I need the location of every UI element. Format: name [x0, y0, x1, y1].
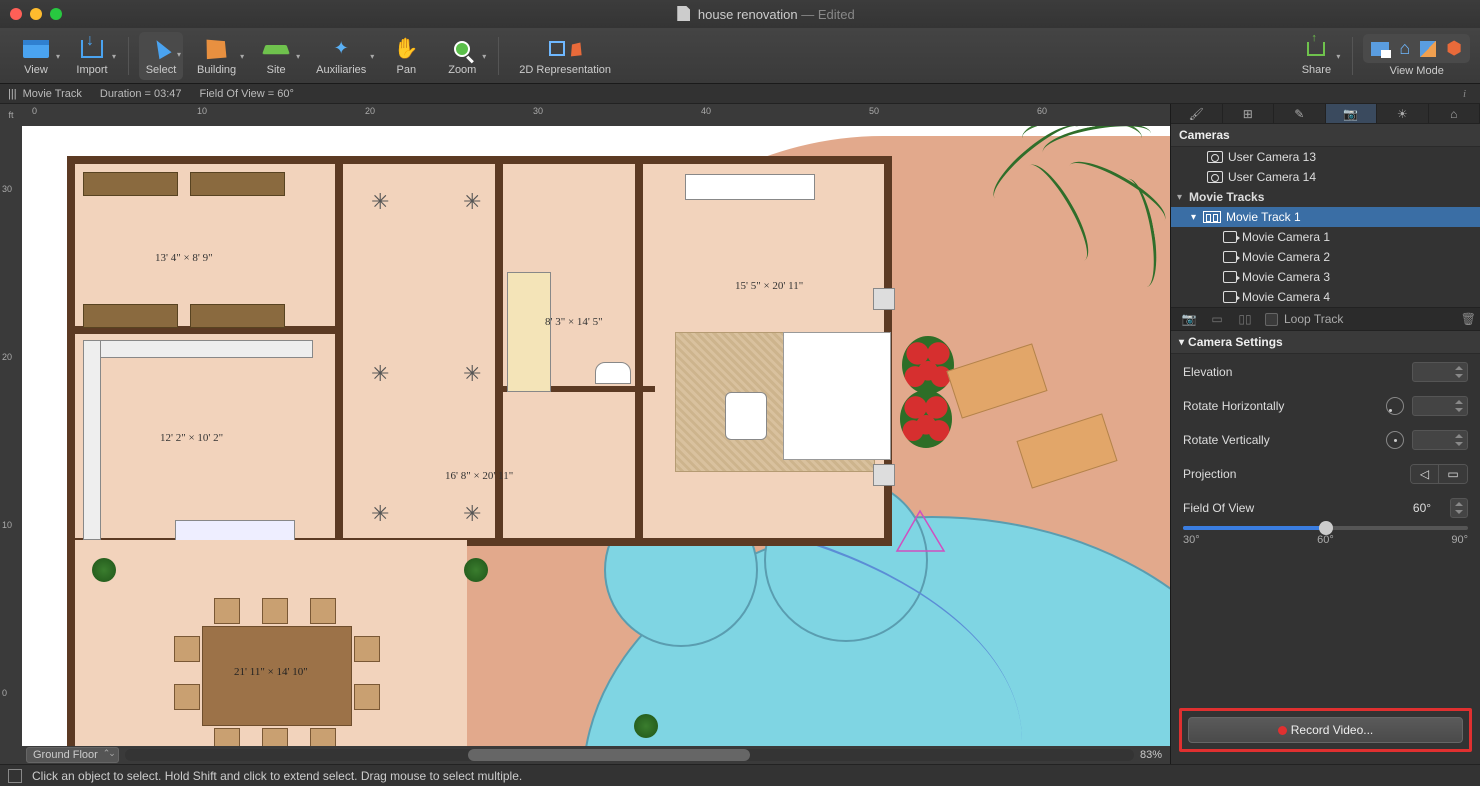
main-toolbar: ▾View ▾Import ▾Select ▾Building ▾Site ✦▾…	[0, 28, 1480, 84]
flower-bed[interactable]	[900, 390, 952, 448]
info-icon[interactable]: i	[1463, 88, 1466, 100]
floorplan-canvas[interactable]: 13' 4" × 8' 9" 12' 2" × 10' 2" 8' 3" × 1…	[22, 126, 1170, 746]
fov-slider[interactable]	[1183, 526, 1468, 530]
loop-track-checkbox[interactable]: Loop Track	[1265, 312, 1343, 326]
elevation-label: Elevation	[1183, 365, 1412, 379]
inspector-panel: 🖌 ⊞ ✎ 📷 ☀ ⌂ Cameras User Camera 13 User …	[1170, 104, 1480, 764]
movie-camera-item[interactable]: Movie Camera 2	[1171, 247, 1480, 267]
rotate-vertical-stepper[interactable]	[1412, 430, 1468, 450]
cameras-section-header[interactable]: Cameras	[1171, 124, 1480, 147]
document-icon	[677, 6, 690, 21]
camera-settings-header[interactable]: ▾Camera Settings	[1171, 331, 1480, 354]
inspector-tab-object[interactable]: ⊞	[1223, 104, 1275, 123]
cameras-tree: User Camera 13 User Camera 14 ▾Movie Tra…	[1171, 147, 1480, 307]
info-fov: Field Of View = 60°	[200, 88, 294, 100]
info-duration: Duration = 03:47	[100, 88, 182, 100]
ruler-unit: ft	[0, 104, 22, 126]
document-status: — Edited	[801, 7, 855, 22]
camera-item[interactable]: User Camera 14	[1171, 167, 1480, 187]
zoom-tool-button[interactable]: ▾Zoom	[436, 34, 488, 78]
selection-info-bar: ||| Movie Track Duration = 03:47 Field O…	[0, 84, 1480, 104]
canvas-area[interactable]: ft 0 10 20 30 40 50 60 30 20 10 0	[0, 104, 1170, 764]
house-outline[interactable]: 13' 4" × 8' 9" 12' 2" × 10' 2" 8' 3" × 1…	[67, 156, 892, 546]
minimize-window-button[interactable]	[30, 8, 42, 20]
status-hint: Click an object to select. Hold Shift an…	[32, 769, 522, 783]
view-mode-segmented[interactable]: ⌂ ⬢	[1363, 34, 1470, 63]
fov-stepper[interactable]	[1450, 498, 1468, 518]
rotate-horizontal-label: Rotate Horizontally	[1183, 399, 1386, 413]
canvas-footer: Ground Floor 83%	[22, 746, 1170, 764]
status-bar: Click an object to select. Hold Shift an…	[0, 764, 1480, 786]
pool[interactable]	[582, 516, 1170, 746]
room-label: 12' 2" × 10' 2"	[160, 432, 223, 444]
fov-label: Field Of View	[1183, 501, 1394, 515]
palm-tree[interactable]	[1022, 126, 1162, 306]
floor-selector[interactable]: Ground Floor	[26, 747, 119, 763]
inspector-tab-measure[interactable]: ✎	[1274, 104, 1326, 123]
auxiliaries-tool-button[interactable]: ✦▾Auxiliaries	[306, 34, 376, 78]
view-mode-elevation-icon[interactable]: ⌂	[1399, 38, 1410, 59]
room-label: 8' 3" × 14' 5"	[545, 316, 603, 328]
flower-bed[interactable]	[902, 336, 954, 394]
inspector-tab-building[interactable]: ⌂	[1429, 104, 1480, 123]
fov-value: 60°	[1394, 501, 1450, 515]
share-button[interactable]: ▾Share	[1290, 34, 1342, 78]
ruler-horizontal: 0 10 20 30 40 50 60	[22, 104, 1170, 126]
fullscreen-window-button[interactable]	[50, 8, 62, 20]
ruler-vertical: 30 20 10 0	[0, 126, 22, 746]
room-label: 21' 11" × 14' 10"	[234, 666, 308, 678]
movie-track-item[interactable]: ▾Movie Track 1	[1171, 207, 1480, 227]
add-camera-button[interactable]: 📷	[1175, 309, 1203, 329]
view-mode-label: View Mode	[1390, 65, 1444, 77]
zoom-level[interactable]: 83%	[1140, 749, 1162, 761]
close-window-button[interactable]	[10, 8, 22, 20]
info-track-name: Movie Track	[23, 88, 82, 100]
inspector-tab-cameras[interactable]: 📷	[1326, 104, 1378, 123]
movie-camera-item[interactable]: Movie Camera 1	[1171, 227, 1480, 247]
horizontal-scrollbar[interactable]	[125, 749, 1134, 761]
document-title: house renovation	[698, 7, 798, 22]
rotate-horizontal-dial[interactable]	[1386, 397, 1404, 415]
add-track-button[interactable]: ▭	[1203, 309, 1231, 329]
projection-segmented[interactable]: ◁▭	[1410, 464, 1468, 484]
view-button[interactable]: ▾View	[10, 34, 62, 78]
select-tool-button[interactable]: ▾Select	[139, 32, 183, 80]
import-button[interactable]: ▾Import	[66, 34, 118, 78]
record-icon	[1278, 726, 1287, 735]
inspector-tab-paint[interactable]: 🖌	[1171, 104, 1223, 123]
rotate-vertical-label: Rotate Vertically	[1183, 433, 1386, 447]
view-mode-split-icon[interactable]	[1420, 41, 1436, 57]
movie-camera-item[interactable]: Movie Camera 4	[1171, 287, 1480, 307]
add-movie-camera-button[interactable]: ▯▯	[1231, 309, 1259, 329]
pan-tool-button[interactable]: ✋Pan	[380, 34, 432, 78]
elevation-stepper[interactable]	[1412, 362, 1468, 382]
record-video-button[interactable]: Record Video...	[1188, 717, 1463, 743]
projection-label: Projection	[1183, 467, 1410, 481]
cursor-mode-icon[interactable]	[8, 769, 22, 783]
building-tool-button[interactable]: ▾Building	[187, 34, 246, 78]
tree-toolbar: 📷 ▭ ▯▯ Loop Track 🗑	[1171, 307, 1480, 331]
inspector-tab-lights[interactable]: ☀	[1377, 104, 1429, 123]
room-label: 13' 4" × 8' 9"	[155, 252, 213, 264]
window-titlebar: house renovation — Edited	[0, 0, 1480, 28]
view-mode-2d-icon[interactable]	[1371, 42, 1389, 56]
room-label: 15' 5" × 20' 11"	[735, 280, 803, 292]
delete-button[interactable]: 🗑	[1461, 312, 1476, 326]
camera-gizmo[interactable]	[892, 506, 952, 556]
2d-representation-button[interactable]: 2D Representation	[509, 34, 621, 78]
record-video-highlight: Record Video...	[1179, 708, 1472, 752]
view-mode-3d-icon[interactable]: ⬢	[1446, 38, 1462, 59]
movie-camera-item[interactable]: Movie Camera 3	[1171, 267, 1480, 287]
site-tool-button[interactable]: ▾Site	[250, 34, 302, 78]
room-label: 16' 8" × 20' 11"	[445, 470, 513, 482]
movie-tracks-group[interactable]: ▾Movie Tracks	[1171, 187, 1480, 207]
rotate-vertical-dial[interactable]	[1386, 431, 1404, 449]
camera-item[interactable]: User Camera 13	[1171, 147, 1480, 167]
rotate-horizontal-stepper[interactable]	[1412, 396, 1468, 416]
